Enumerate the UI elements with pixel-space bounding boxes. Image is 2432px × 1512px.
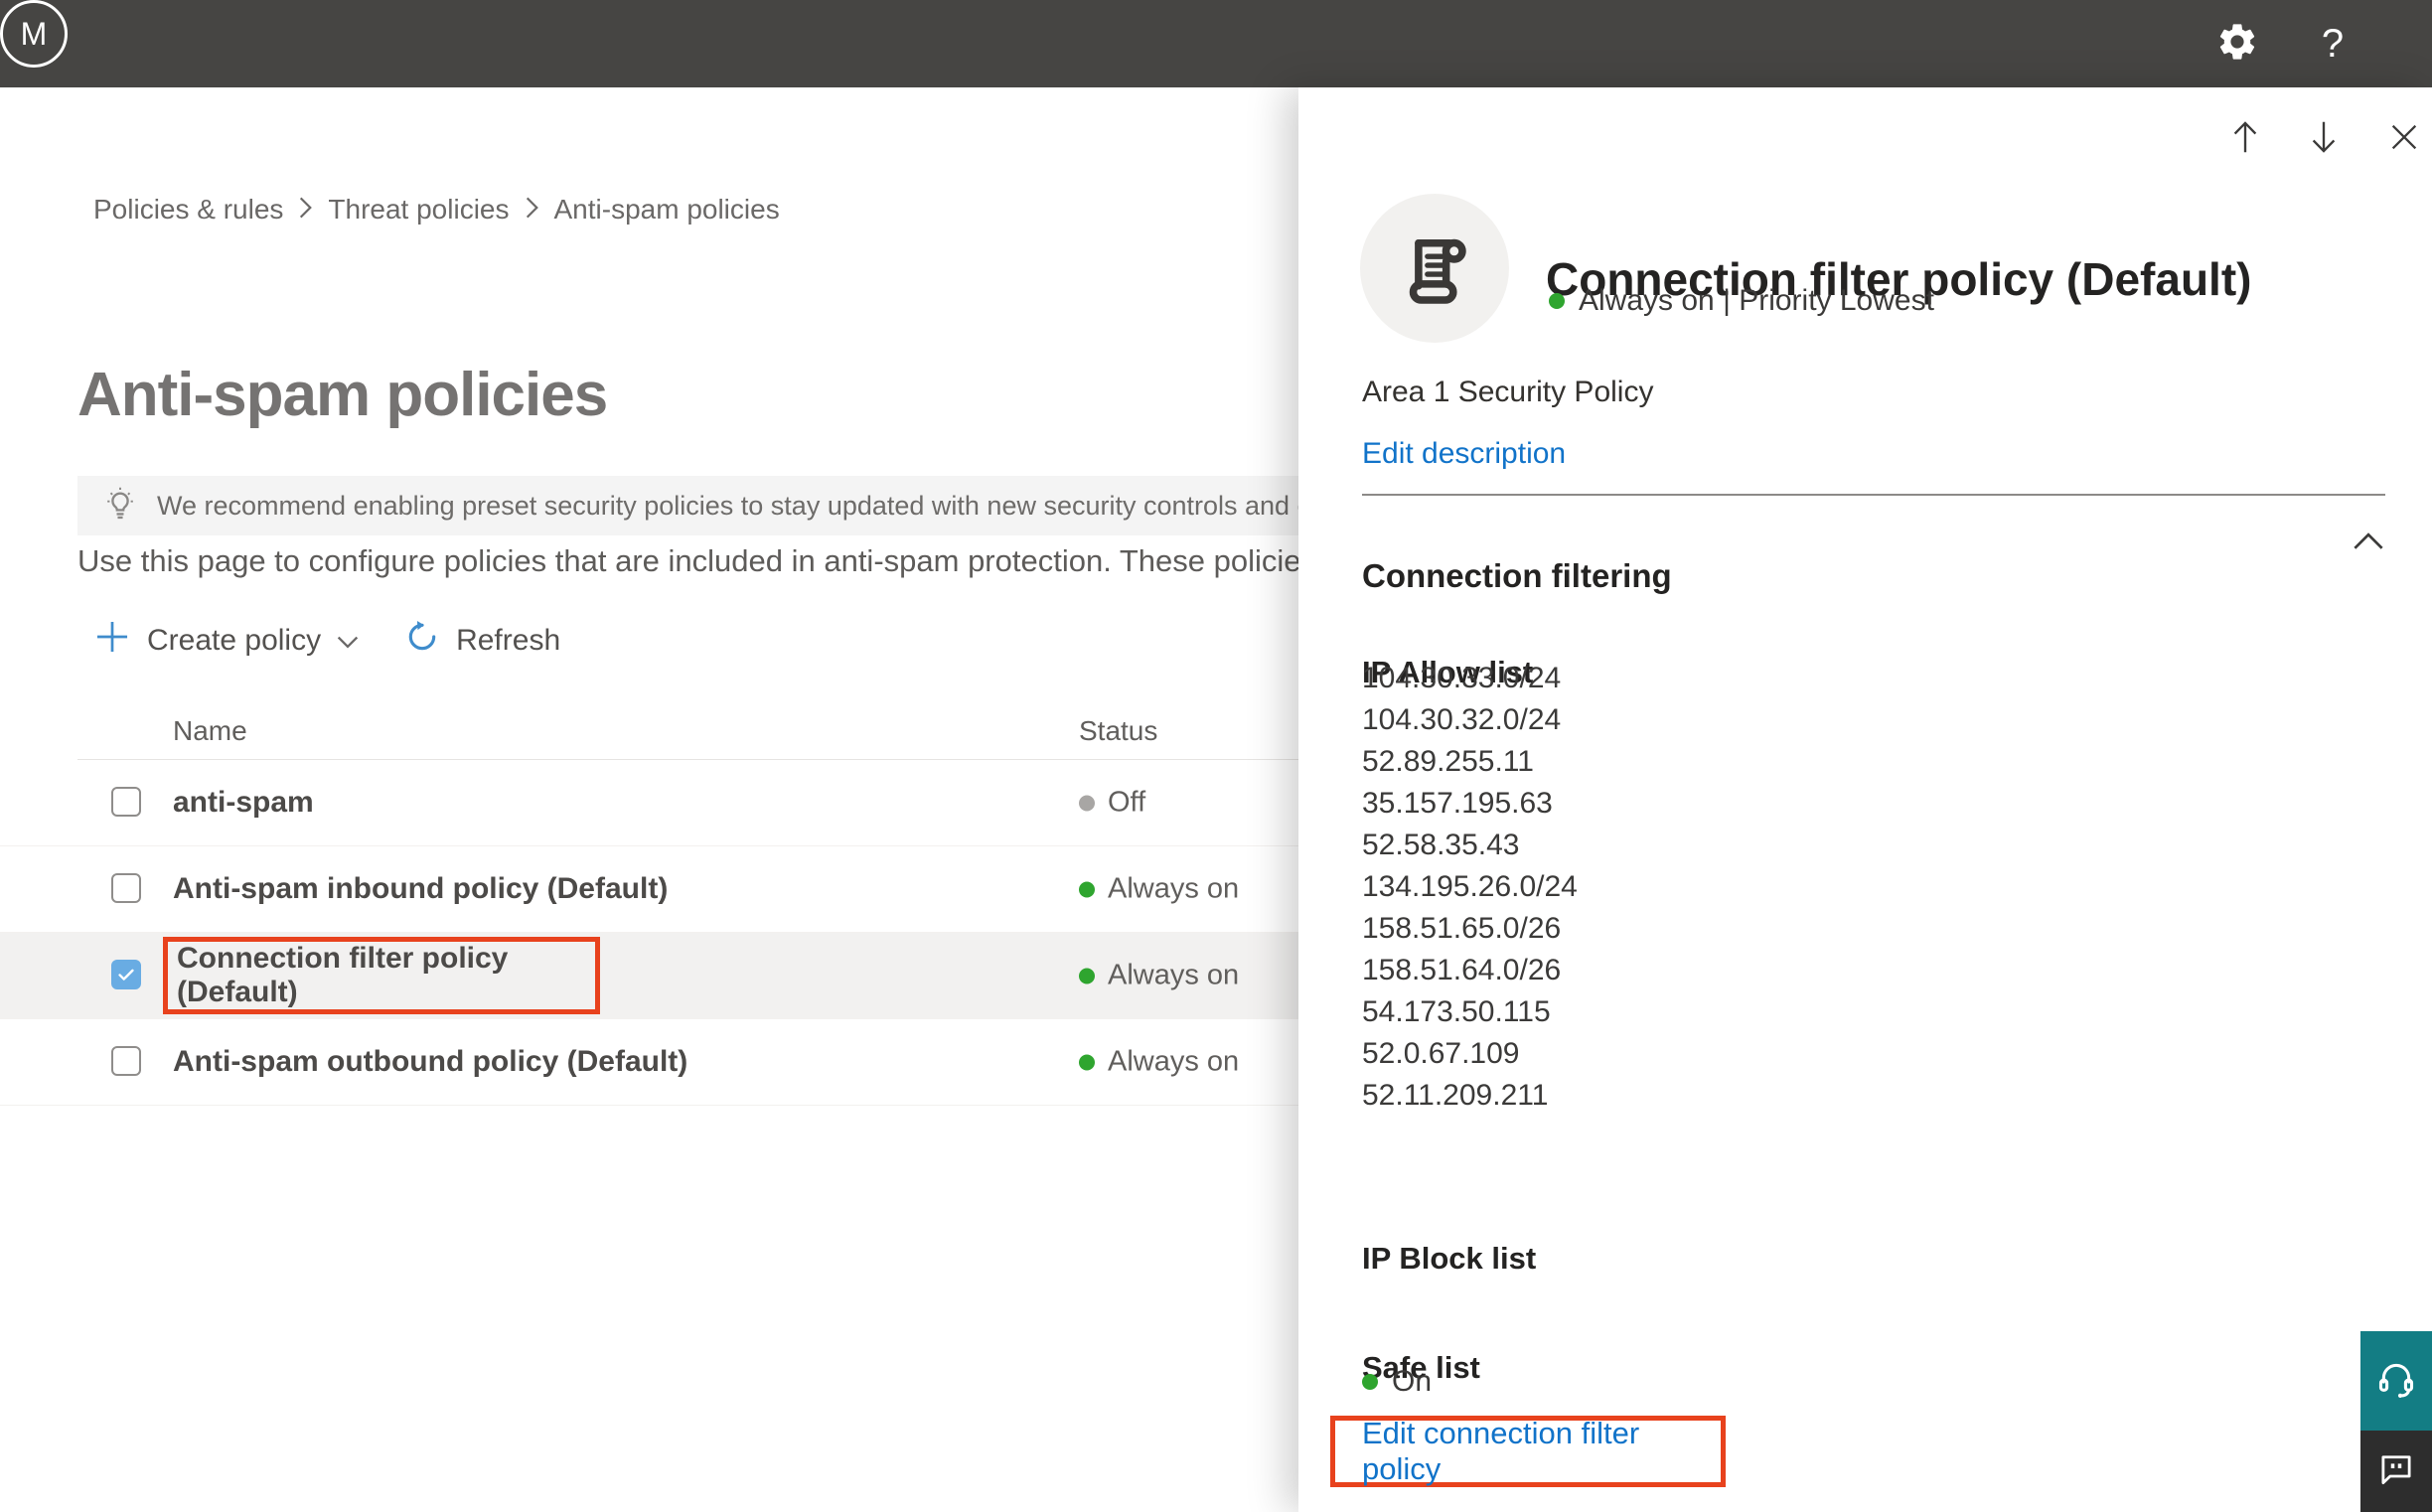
toolbar: Create policy Refresh — [93, 616, 560, 666]
ip-entry: 35.157.195.63 — [1362, 787, 1553, 820]
close-icon — [2388, 121, 2420, 158]
breadcrumb-policies-rules[interactable]: Policies & rules — [93, 194, 283, 226]
policy-details-flyout: Connection filter policy (Default) Alway… — [1298, 87, 2432, 1512]
red-highlight-box: Edit connection filter policy — [1330, 1416, 1726, 1487]
status-dot-icon — [1549, 293, 1565, 309]
status-dot-icon — [1079, 968, 1095, 983]
column-header-name: Name — [173, 715, 247, 746]
feedback-chat-icon — [2375, 1448, 2417, 1495]
safe-list-status: On — [1362, 1365, 1432, 1399]
breadcrumb-anti-spam-policies[interactable]: Anti-spam policies — [554, 194, 780, 226]
ip-allow-list: 104.30.33.0/24 104.30.32.0/24 52.89.255.… — [1362, 658, 1578, 1117]
connection-filtering-section-header: Connection filtering — [1362, 557, 1672, 594]
help-icon: ? — [2321, 21, 2345, 66]
arrow-up-icon — [2228, 119, 2262, 160]
gear-icon — [2215, 20, 2259, 69]
avatar-initial: M — [20, 15, 48, 52]
status-label: Always on — [1108, 872, 1240, 905]
column-header-status: Status — [1079, 715, 1158, 746]
refresh-label: Refresh — [456, 624, 561, 657]
help-button[interactable]: ? — [2305, 0, 2360, 87]
edit-description-link[interactable]: Edit description — [1362, 437, 1566, 471]
support-button[interactable] — [2360, 1331, 2432, 1431]
status-label: Off — [1108, 786, 1146, 819]
status-label: Always on — [1108, 959, 1240, 991]
top-bar: ? M — [0, 0, 2432, 87]
account-avatar[interactable]: M — [0, 0, 68, 68]
status-label: Always on — [1108, 1045, 1240, 1078]
chevron-right-icon — [299, 194, 313, 226]
close-flyout-button[interactable] — [2384, 119, 2424, 159]
plus-icon — [93, 618, 131, 664]
check-icon — [118, 969, 134, 981]
policy-name: Connection filter policy (Default) — [177, 942, 509, 1008]
ip-block-list-header: IP Block list — [1362, 1241, 1537, 1277]
create-policy-button[interactable]: Create policy — [93, 618, 359, 664]
edit-connection-filter-policy-link[interactable]: Edit connection filter policy — [1362, 1416, 1721, 1487]
divider — [1362, 494, 2385, 496]
page-title: Anti-spam policies — [77, 360, 608, 429]
row-checkbox[interactable] — [111, 960, 141, 989]
ip-entry: 52.11.209.211 — [1362, 1079, 1549, 1112]
ip-entry: 52.58.35.43 — [1362, 829, 1520, 861]
feedback-button[interactable] — [2360, 1431, 2432, 1512]
headset-icon — [2373, 1356, 2419, 1407]
settings-button[interactable] — [2207, 0, 2267, 87]
status-dot-icon — [1079, 795, 1095, 811]
ip-entry: 104.30.33.0/24 — [1362, 662, 1562, 694]
previous-item-button[interactable] — [2225, 119, 2265, 159]
refresh-button[interactable]: Refresh — [404, 619, 560, 663]
breadcrumb-threat-policies[interactable]: Threat policies — [328, 194, 509, 226]
scroll-policy-icon — [1392, 224, 1477, 314]
ip-entry: 52.89.255.11 — [1362, 745, 1534, 778]
refresh-icon — [404, 619, 440, 663]
next-item-button[interactable] — [2304, 119, 2344, 159]
row-checkbox[interactable] — [111, 1046, 141, 1076]
row-checkbox[interactable] — [111, 787, 141, 817]
ip-entry: 158.51.64.0/26 — [1362, 954, 1562, 986]
banner-text: We recommend enabling preset security po… — [157, 490, 1455, 521]
chevron-down-icon — [337, 624, 359, 658]
lightbulb-icon — [101, 484, 139, 529]
ip-entry: 52.0.67.109 — [1362, 1037, 1520, 1070]
page-intro-text: Use this page to configure policies that… — [77, 543, 1309, 578]
row-checkbox[interactable] — [111, 873, 141, 903]
flyout-status-line: Always on | Priority Lowest — [1549, 284, 1934, 318]
status-badge: Always on — [1079, 873, 1239, 906]
create-policy-label: Create policy — [147, 624, 322, 657]
flyout-status-text: Always on | Priority Lowest — [1579, 284, 1934, 317]
red-highlight-box: Connection filter policy (Default) — [163, 937, 600, 1014]
chevron-right-icon — [526, 194, 538, 226]
status-dot-icon — [1079, 1054, 1095, 1070]
status-badge: Off — [1079, 787, 1145, 820]
chevron-up-icon — [2354, 532, 2383, 554]
app-window: ? M Policies & rules Threat policies Ant… — [0, 0, 2432, 1512]
policy-name: anti-spam — [173, 786, 314, 819]
status-dot-icon — [1079, 881, 1095, 897]
ip-entry: 104.30.32.0/24 — [1362, 703, 1562, 736]
policy-avatar — [1360, 194, 1509, 343]
ip-entry: 54.173.50.115 — [1362, 995, 1551, 1028]
status-badge: Always on — [1079, 1046, 1239, 1079]
breadcrumb: Policies & rules Threat policies Anti-sp… — [93, 194, 780, 226]
safe-list-status-label: On — [1392, 1365, 1433, 1398]
policy-description: Area 1 Security Policy — [1362, 376, 1654, 408]
ip-entry: 158.51.65.0/26 — [1362, 912, 1562, 945]
arrow-down-icon — [2307, 119, 2341, 160]
ip-entry: 134.195.26.0/24 — [1362, 870, 1578, 903]
status-badge: Always on — [1079, 960, 1239, 992]
collapse-section-button[interactable] — [2354, 532, 2383, 555]
policy-name: Anti-spam outbound policy (Default) — [173, 1045, 688, 1078]
policy-name: Anti-spam inbound policy (Default) — [173, 872, 669, 905]
status-dot-icon — [1362, 1374, 1378, 1390]
